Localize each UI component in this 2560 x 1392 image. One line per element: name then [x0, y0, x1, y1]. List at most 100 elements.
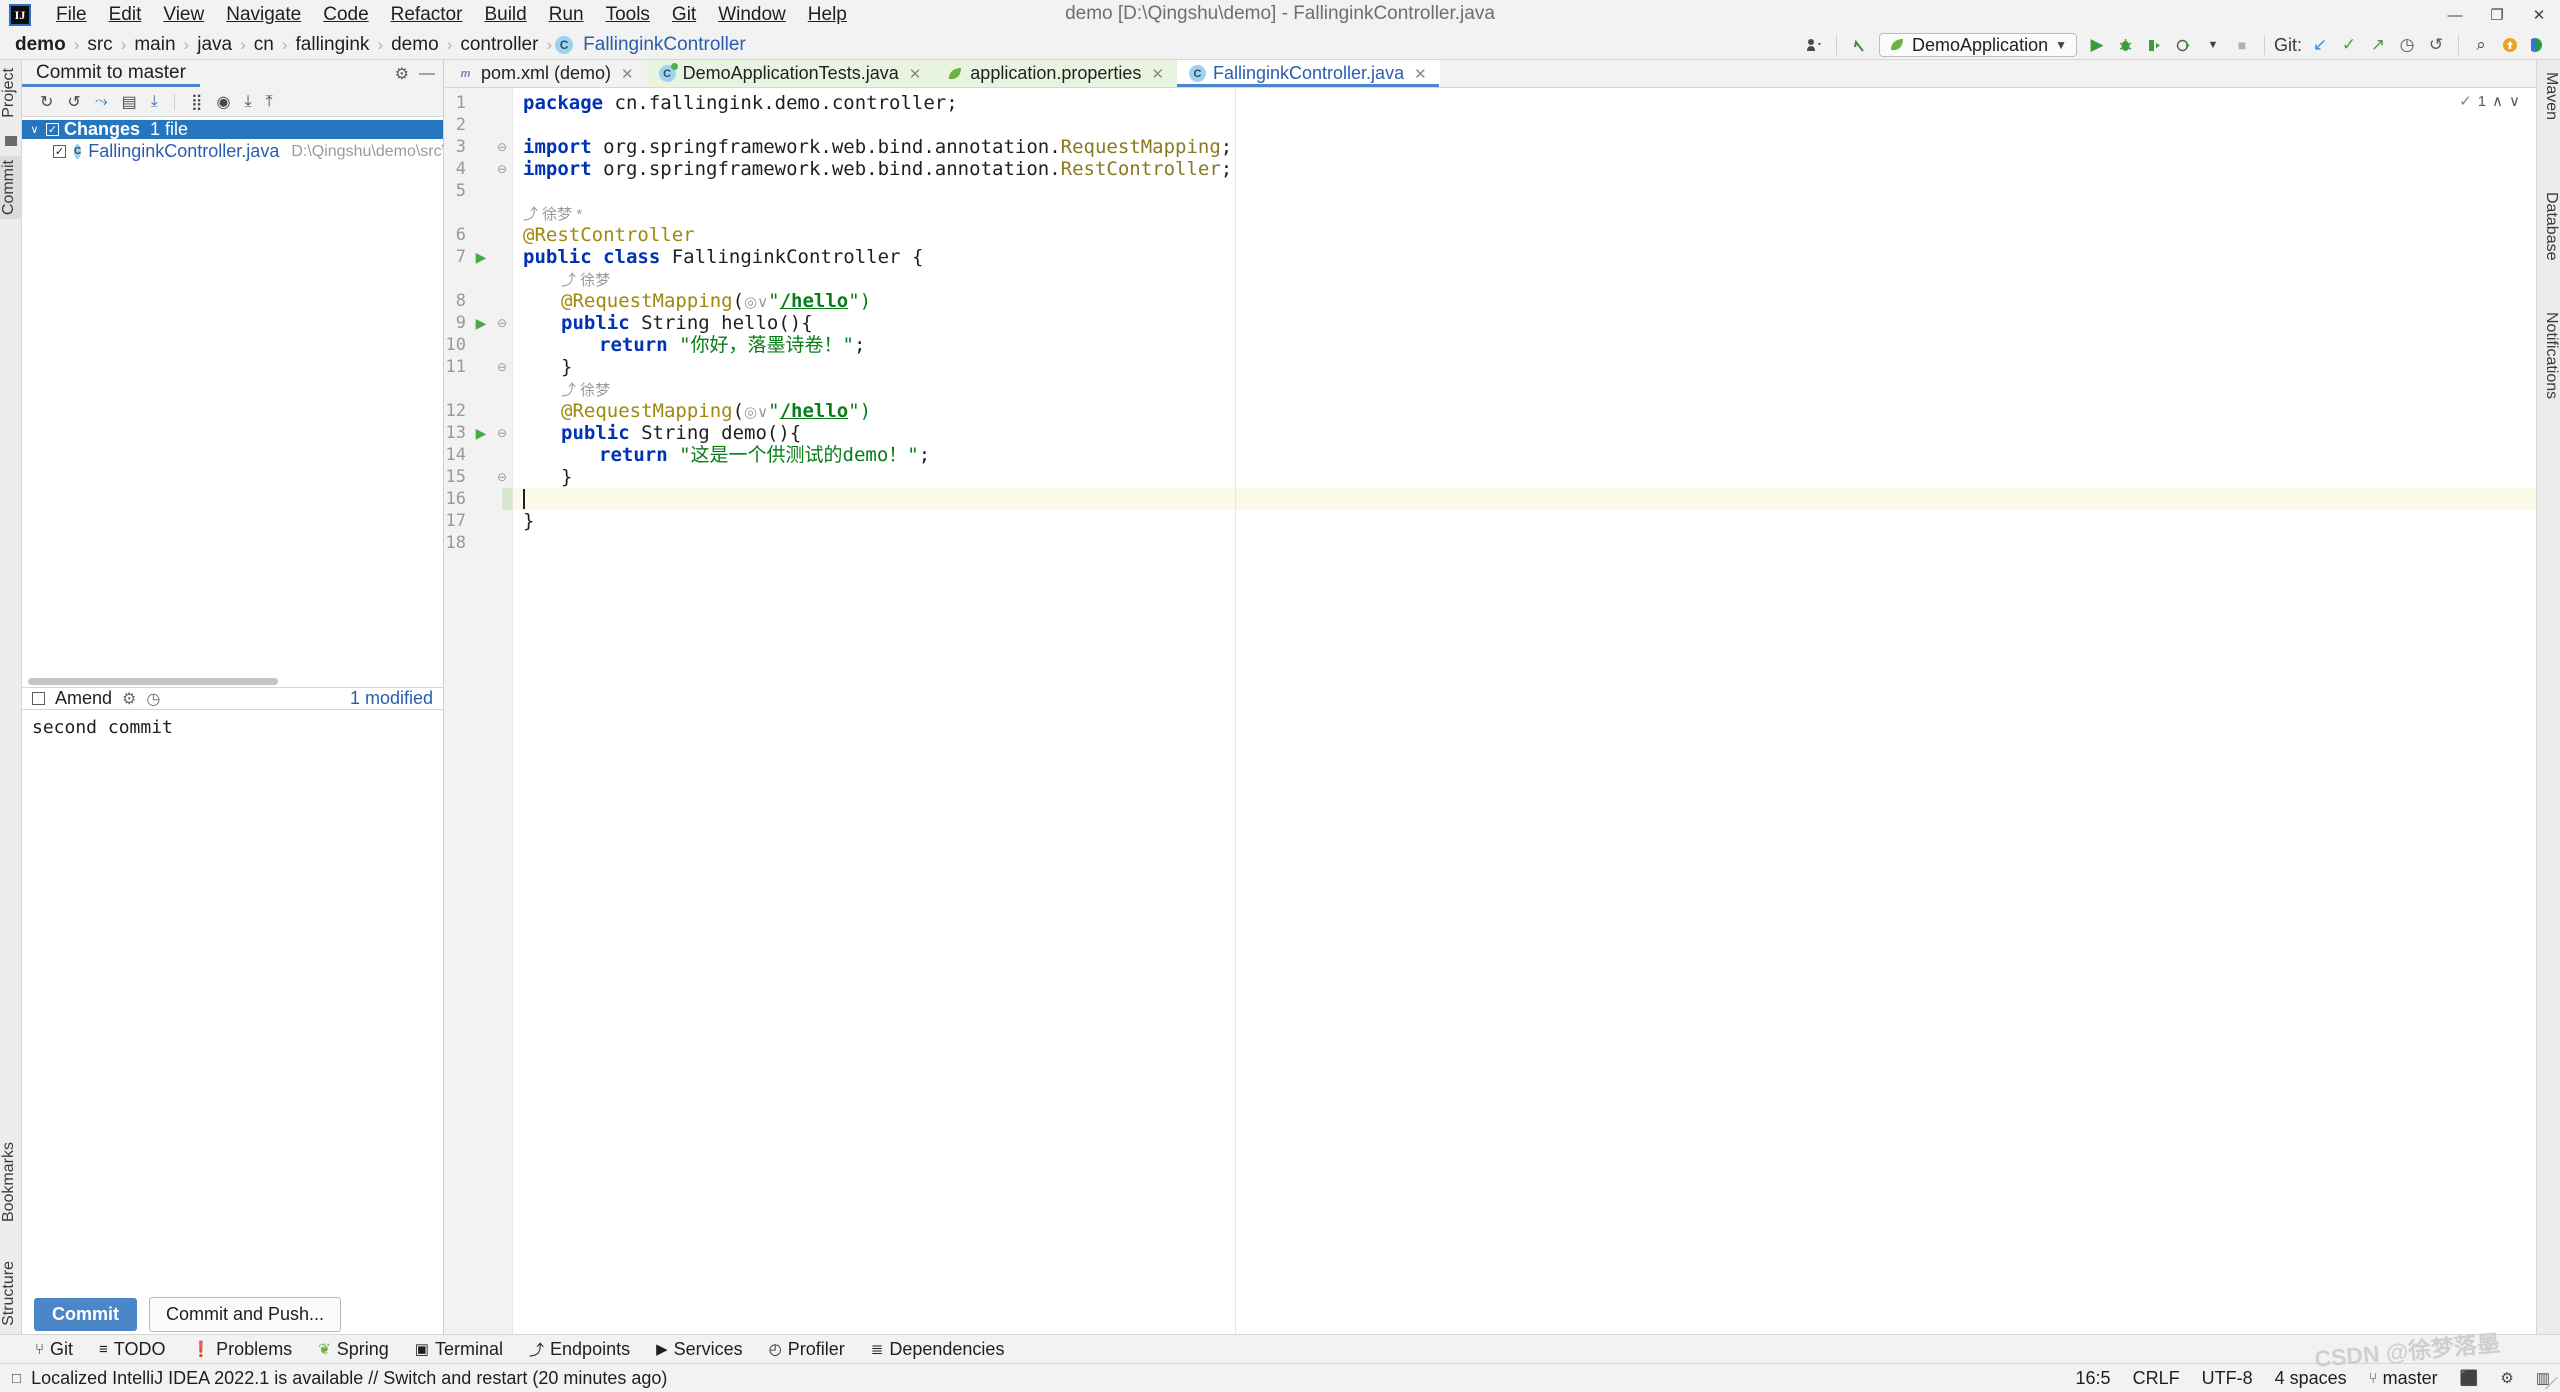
menu-file[interactable]: File: [45, 1, 98, 29]
debug-button[interactable]: [2113, 33, 2139, 57]
breadcrumb-demo-pkg[interactable]: demo: [386, 32, 444, 58]
gutter-run-icon[interactable]: ▶: [472, 422, 490, 444]
stop-button[interactable]: ■: [2229, 33, 2255, 57]
git-branch-widget[interactable]: ⑂ master: [2369, 1368, 2438, 1389]
diff-icon[interactable]: ▤: [122, 92, 137, 112]
tool-spring[interactable]: ❦ Spring: [305, 1336, 402, 1363]
sidebar-item-project[interactable]: Project: [0, 64, 22, 122]
maximize-button[interactable]: ❐: [2476, 0, 2518, 30]
menu-run[interactable]: Run: [538, 1, 595, 29]
refresh-icon[interactable]: ↻: [40, 92, 53, 112]
breadcrumb-demo[interactable]: demo: [10, 32, 71, 58]
changes-checkbox[interactable]: ✓: [46, 123, 59, 136]
sidebar-item-database[interactable]: Database: [2536, 188, 2560, 265]
rollback-icon[interactable]: ↺: [67, 92, 80, 112]
changed-file-name[interactable]: FallinginkController.java: [88, 141, 279, 162]
gutter-run-icon[interactable]: ▶: [472, 312, 490, 334]
file-encoding[interactable]: UTF-8: [2202, 1368, 2253, 1389]
indent-setting[interactable]: 4 spaces: [2275, 1368, 2347, 1389]
ide-icon[interactable]: [2526, 33, 2552, 57]
git-commit-icon[interactable]: ✓: [2336, 33, 2362, 57]
menu-window[interactable]: Window: [707, 1, 797, 29]
code-fold-icon[interactable]: ⊖: [494, 356, 510, 378]
caret-position[interactable]: 16:5: [2076, 1368, 2111, 1389]
modified-count[interactable]: 1 modified: [350, 688, 433, 709]
sidebar-item-maven[interactable]: Maven: [2536, 68, 2560, 124]
tab-application-properties[interactable]: application.properties ✕: [934, 60, 1177, 87]
gear-icon[interactable]: ⚙: [122, 689, 136, 709]
tool-services[interactable]: ▶ Services: [643, 1336, 756, 1363]
commit-button[interactable]: Commit: [34, 1297, 137, 1331]
shelve-icon[interactable]: ⤳: [95, 93, 108, 111]
git-update-icon[interactable]: ↙: [2307, 33, 2333, 57]
run-with-coverage-button[interactable]: [2142, 33, 2168, 57]
code-fold-icon[interactable]: ⊖: [494, 136, 510, 158]
group-by-icon[interactable]: ⣿: [191, 92, 203, 112]
tree-row-file[interactable]: ✓ C FallinginkController.java D:\Qingshu…: [22, 141, 443, 162]
breadcrumb-java[interactable]: java: [192, 32, 237, 58]
tool-endpoints[interactable]: ⤴ Endpoints: [516, 1336, 643, 1363]
minimize-button[interactable]: —: [2434, 0, 2476, 30]
code-fold-icon[interactable]: ⊖: [494, 312, 510, 334]
menu-build[interactable]: Build: [473, 1, 537, 29]
tab-close-icon[interactable]: ✕: [909, 65, 922, 83]
tool-problems[interactable]: ❗ Problems: [178, 1336, 305, 1363]
notification-icon[interactable]: □: [12, 1370, 21, 1387]
menu-navigate[interactable]: Navigate: [215, 1, 312, 29]
resize-grip[interactable]: [2545, 1377, 2557, 1389]
chevron-down-icon[interactable]: ∨: [28, 123, 41, 136]
chevron-up-icon[interactable]: ∧: [2492, 92, 2503, 110]
updates-icon[interactable]: [2497, 33, 2523, 57]
close-button[interactable]: ✕: [2518, 0, 2560, 30]
breadcrumb-main[interactable]: main: [129, 32, 180, 58]
tree-row-changes[interactable]: ∨ ✓ Changes 1 file: [22, 119, 443, 139]
tool-dependencies[interactable]: ≣ Dependencies: [858, 1336, 1018, 1363]
status-message[interactable]: Localized IntelliJ IDEA 2022.1 is availa…: [31, 1368, 667, 1389]
sidebar-item-structure[interactable]: Structure: [0, 1257, 22, 1330]
menu-tools[interactable]: Tools: [595, 1, 661, 29]
line-separator[interactable]: CRLF: [2133, 1368, 2180, 1389]
sidebar-item-bookmarks[interactable]: Bookmarks: [0, 1138, 22, 1226]
tab-fallingink-controller[interactable]: C FallinginkController.java ✕: [1176, 60, 1440, 87]
git-rollback-icon[interactable]: ↺: [2423, 33, 2449, 57]
menu-refactor[interactable]: Refactor: [380, 1, 474, 29]
changes-tree[interactable]: ∨ ✓ Changes 1 file ✓ C FallinginkControl…: [22, 117, 443, 687]
tool-todo[interactable]: ≡ TODO: [86, 1336, 178, 1363]
back-arrow-icon[interactable]: [1846, 33, 1872, 57]
git-push-icon[interactable]: ↗: [2365, 33, 2391, 57]
code-editor[interactable]: package cn.fallingink.demo.controller; im…: [513, 88, 2536, 1334]
menu-git[interactable]: Git: [661, 1, 707, 29]
menu-code[interactable]: Code: [312, 1, 379, 29]
gutter-run-icon[interactable]: ▶: [472, 246, 490, 268]
breadcrumb-fallingink[interactable]: fallingink: [291, 32, 375, 58]
amend-checkbox[interactable]: [32, 692, 45, 705]
tab-close-icon[interactable]: ✕: [1151, 65, 1164, 83]
sidebar-item-commit[interactable]: Commit: [0, 156, 22, 220]
tab-close-icon[interactable]: ✕: [621, 65, 634, 83]
inspection-settings-icon[interactable]: ⚙: [2500, 1369, 2513, 1387]
commit-panel-title[interactable]: Commit to master: [22, 60, 200, 87]
menu-view[interactable]: View: [152, 1, 215, 29]
breadcrumb-src[interactable]: src: [82, 32, 117, 58]
gear-icon[interactable]: ⚙: [395, 64, 409, 84]
chevron-down-icon[interactable]: ▼: [2200, 33, 2226, 57]
tool-profiler[interactable]: ◴ Profiler: [756, 1336, 858, 1363]
profiler-button[interactable]: [2171, 33, 2197, 57]
breadcrumb-cn[interactable]: cn: [249, 32, 279, 58]
preview-icon[interactable]: ◉: [217, 92, 231, 112]
menu-help[interactable]: Help: [797, 1, 858, 29]
sidebar-item-notifications[interactable]: Notifications: [2536, 308, 2560, 403]
code-fold-icon[interactable]: ⊖: [494, 466, 510, 488]
tab-demo-application-tests[interactable]: C DemoApplicationTests.java ✕: [646, 60, 935, 87]
history-icon[interactable]: ◷: [146, 689, 160, 709]
download-icon[interactable]: ⤓: [151, 93, 158, 111]
tab-close-icon[interactable]: ✕: [1414, 65, 1427, 83]
file-checkbox[interactable]: ✓: [53, 145, 66, 158]
inspection-widget[interactable]: ✓ 1 ∧ ∨: [2459, 92, 2520, 111]
breadcrumb-controller[interactable]: controller: [455, 32, 543, 58]
chevron-down-icon[interactable]: ∨: [2509, 92, 2520, 110]
run-button[interactable]: ▶: [2084, 33, 2110, 57]
minimize-icon[interactable]: —: [419, 65, 435, 83]
tab-pom-xml[interactable]: m pom.xml (demo) ✕: [445, 60, 647, 87]
changes-tree-scrollbar[interactable]: [28, 678, 278, 685]
